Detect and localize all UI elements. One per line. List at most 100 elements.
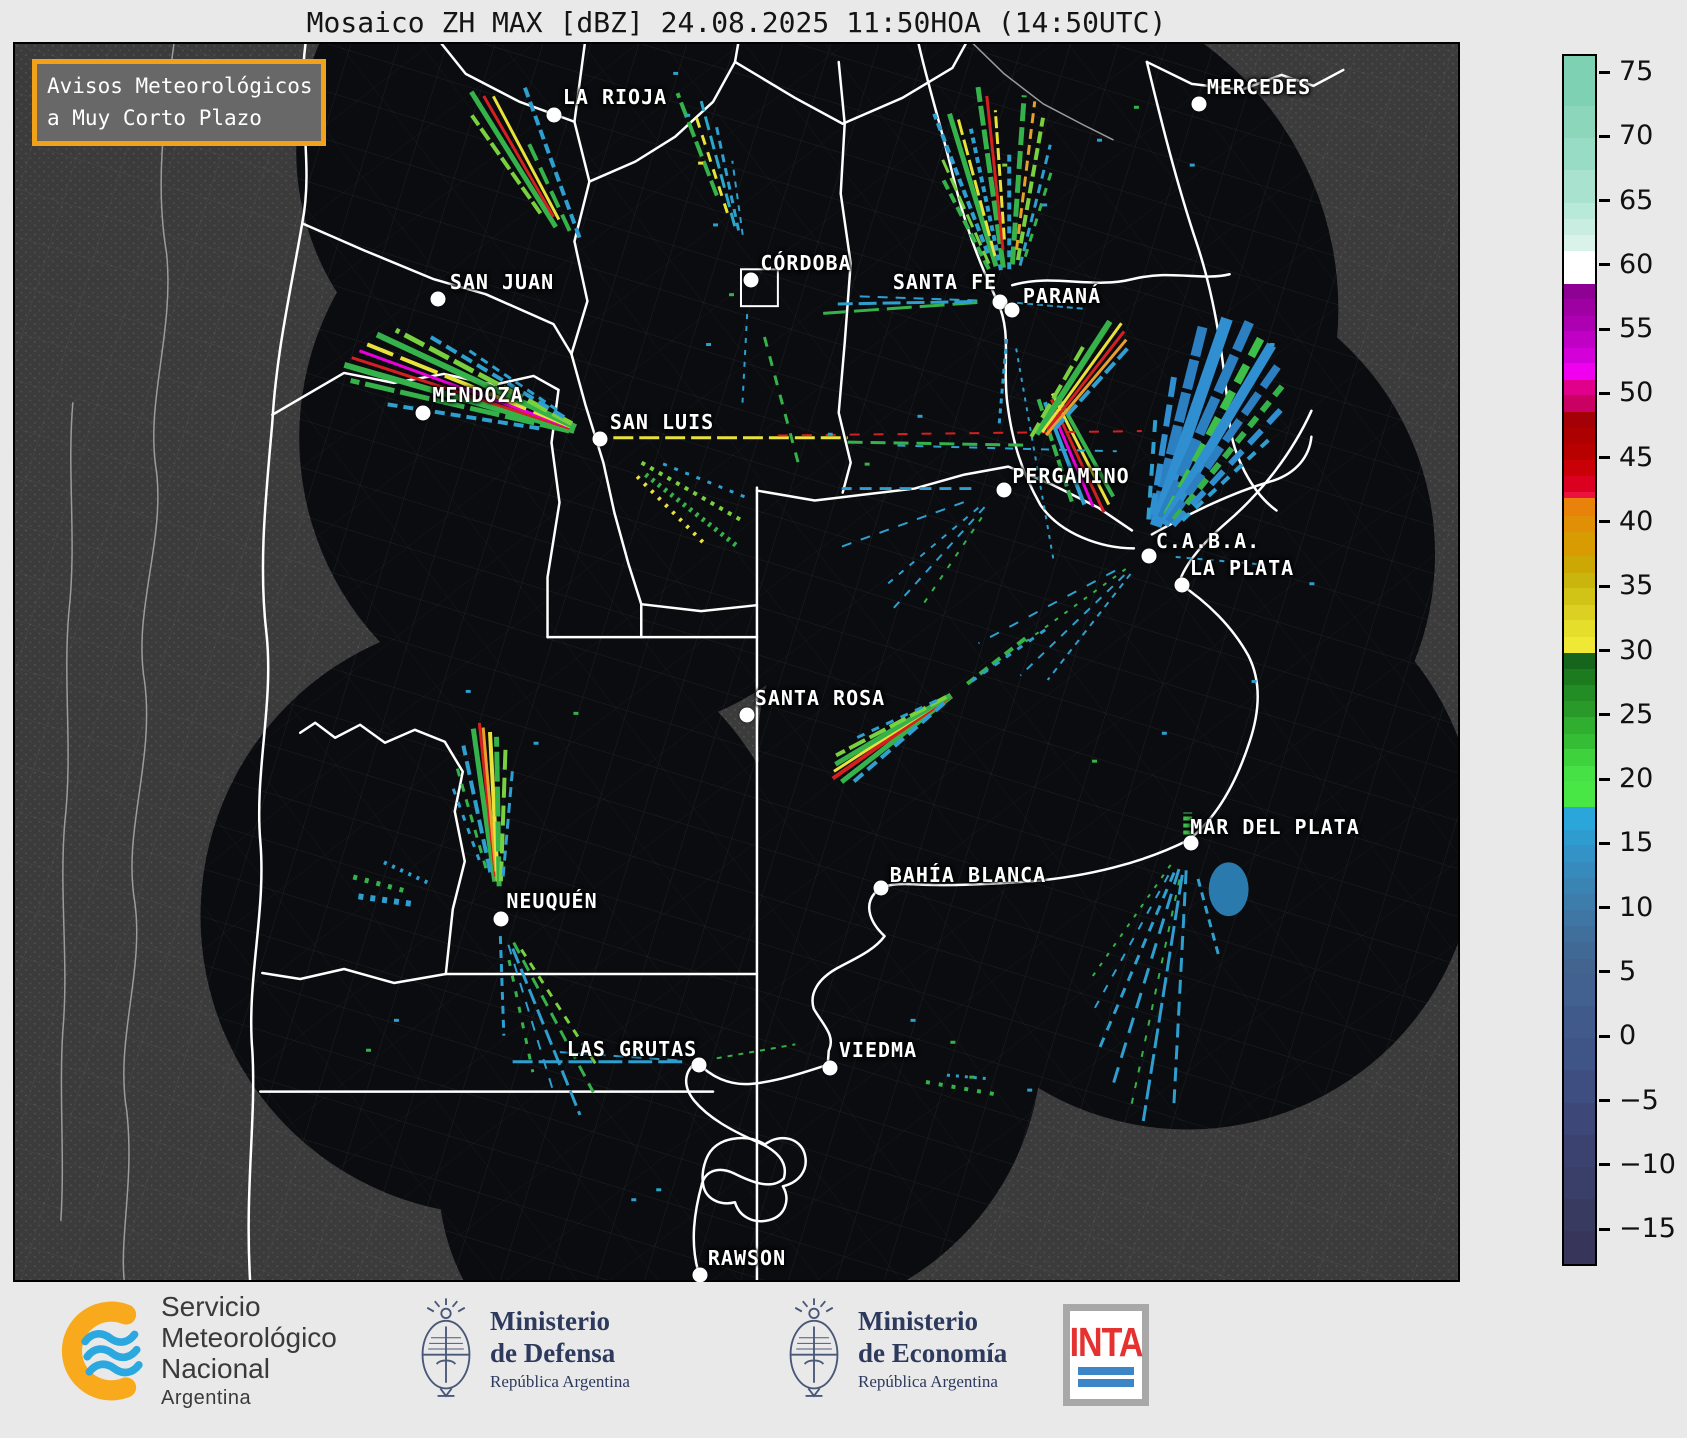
colorbar-segment	[1564, 684, 1595, 702]
smn-logo-icon	[61, 1301, 143, 1401]
colorbar-tick-mark	[1599, 1099, 1610, 1103]
warning-line-2: a Muy Corto Plazo	[47, 105, 262, 130]
inta-logo-text: INTA	[1069, 1319, 1144, 1366]
colorbar-segment	[1564, 637, 1595, 654]
radar-beam	[494, 736, 502, 887]
radar-map: LA RIOJA MERCEDES SAN JUAN CÓRDOBA SANTA FE P…	[13, 42, 1460, 1283]
colorbar-segment	[1564, 669, 1595, 686]
argentina-coat-of-arms-icon	[421, 1298, 471, 1398]
colorbar-segment	[1564, 427, 1595, 445]
colorbar-segment	[1564, 733, 1595, 750]
colorbar-tick-mark	[1599, 649, 1610, 653]
colorbar-tick-label: 35	[1619, 570, 1654, 602]
colorbar-ticks: 75 70 65 60 55 50 45 40 35 30 25 20 15 10 5 0 −5 −10 −15	[1599, 54, 1687, 1272]
radar-speck	[1161, 731, 1167, 735]
radar-speck	[685, 113, 691, 117]
colorbar-segment	[1564, 973, 1595, 1007]
colorbar-tick-mark	[1599, 327, 1610, 331]
colorbar-segment	[1564, 331, 1595, 349]
colorbar-segment	[1564, 781, 1595, 808]
colorbar	[1562, 54, 1597, 1266]
colorbar-tick-mark	[1599, 841, 1610, 845]
radar-speck	[713, 223, 719, 227]
inta-bar-bottom	[1078, 1378, 1134, 1387]
radar-speck	[673, 71, 679, 75]
radar-speck	[393, 1018, 399, 1022]
colorbar-tick-label: 55	[1619, 313, 1654, 345]
colorbar-tick-mark	[1599, 199, 1610, 203]
radar-speck	[729, 293, 735, 297]
argentina-coat-of-arms-icon	[789, 1298, 839, 1398]
colorbar-tick-mark	[1599, 777, 1610, 781]
economia-line-3: República Argentina	[858, 1371, 998, 1391]
radar-speck	[1251, 679, 1257, 683]
defensa-line-1: Ministerio	[490, 1306, 610, 1337]
colorbar-segment	[1564, 748, 1595, 767]
economia-line-1: Ministerio	[858, 1306, 978, 1337]
colorbar-segment	[1564, 531, 1595, 557]
radar-speck	[465, 689, 471, 693]
radar-speck	[910, 1018, 916, 1022]
colorbar-tick-mark	[1599, 1034, 1610, 1038]
colorbar-tick-mark	[1599, 1227, 1610, 1231]
colorbar-tick-label: 30	[1619, 634, 1654, 666]
colorbar-segment	[1564, 1070, 1595, 1104]
radar-speck	[1189, 163, 1195, 167]
radar-speck	[1002, 163, 1008, 167]
smn-line-4: Argentina	[161, 1387, 252, 1410]
colorbar-tick-label: 10	[1619, 891, 1654, 923]
smn-line-3: Nacional	[161, 1352, 270, 1384]
colorbar-segment	[1564, 170, 1595, 204]
colorbar-tick-label: 70	[1619, 120, 1654, 152]
colorbar-segment	[1564, 1038, 1595, 1071]
colorbar-segment	[1564, 1006, 1595, 1039]
ministerio-defensa-text: Ministerio de Defensa República Argentin…	[490, 1306, 630, 1391]
colorbar-segment	[1564, 298, 1595, 317]
colorbar-segment	[1564, 138, 1595, 171]
radar-speck	[1042, 203, 1048, 207]
radar-echo-blob	[1208, 862, 1249, 917]
inta-bar-top	[1078, 1366, 1134, 1375]
colorbar-tick-mark	[1599, 520, 1610, 524]
colorbar-tick-mark	[1599, 391, 1610, 395]
colorbar-segment	[1564, 1102, 1595, 1136]
colorbar-segment	[1564, 588, 1595, 606]
radar-speck	[827, 432, 833, 436]
ministerio-defensa-block: Ministerio de Defensa República Argentin…	[416, 1294, 630, 1404]
colorbar-tick-label: 20	[1619, 763, 1654, 795]
smn-logo-block: Servicio Meteorológico Nacional Argentin…	[56, 1291, 337, 1410]
radar-speck	[706, 343, 712, 347]
radar-speck	[1133, 105, 1139, 109]
colorbar-tick-label: 0	[1619, 1020, 1637, 1052]
colorbar-tick-label: 60	[1619, 248, 1654, 280]
colorbar-segment	[1564, 459, 1595, 477]
colorbar-segment	[1564, 958, 1595, 975]
colorbar-segment	[1564, 444, 1595, 461]
radar-speck	[1027, 1088, 1033, 1092]
colorbar-tick-label: −10	[1619, 1148, 1676, 1180]
colorbar-segment	[1564, 476, 1595, 493]
colorbar-segment	[1564, 765, 1595, 782]
radar-speck	[1309, 582, 1315, 586]
colorbar-segment	[1564, 556, 1595, 574]
page-title: Mosaico ZH MAX [dBZ] 24.08.2025 11:50HOA…	[306, 6, 1167, 39]
map-canvas	[15, 44, 1458, 1280]
colorbar-segment	[1564, 806, 1595, 831]
colorbar-segment	[1564, 926, 1595, 943]
colorbar-segment	[1564, 894, 1595, 911]
footer: Servicio Meteorológico Nacional Argentin…	[0, 1282, 1687, 1438]
colorbar-tick-mark	[1599, 134, 1610, 138]
colorbar-segment	[1564, 1198, 1595, 1232]
radar-speck	[1269, 343, 1275, 347]
colorbar-segment	[1564, 1166, 1595, 1200]
colorbar-segment	[1564, 234, 1595, 252]
colorbar-tick-label: 5	[1619, 955, 1637, 987]
colorbar-tick-label: 40	[1619, 505, 1654, 537]
colorbar-segment	[1564, 56, 1595, 107]
colorbar-segment	[1564, 283, 1595, 300]
radar-speck	[698, 161, 704, 165]
radar-speck	[1092, 759, 1098, 763]
colorbar-tick-mark	[1599, 713, 1610, 717]
warning-line-1: Avisos Meteorológicos	[47, 74, 313, 98]
colorbar-tick-label: −15	[1619, 1213, 1676, 1245]
